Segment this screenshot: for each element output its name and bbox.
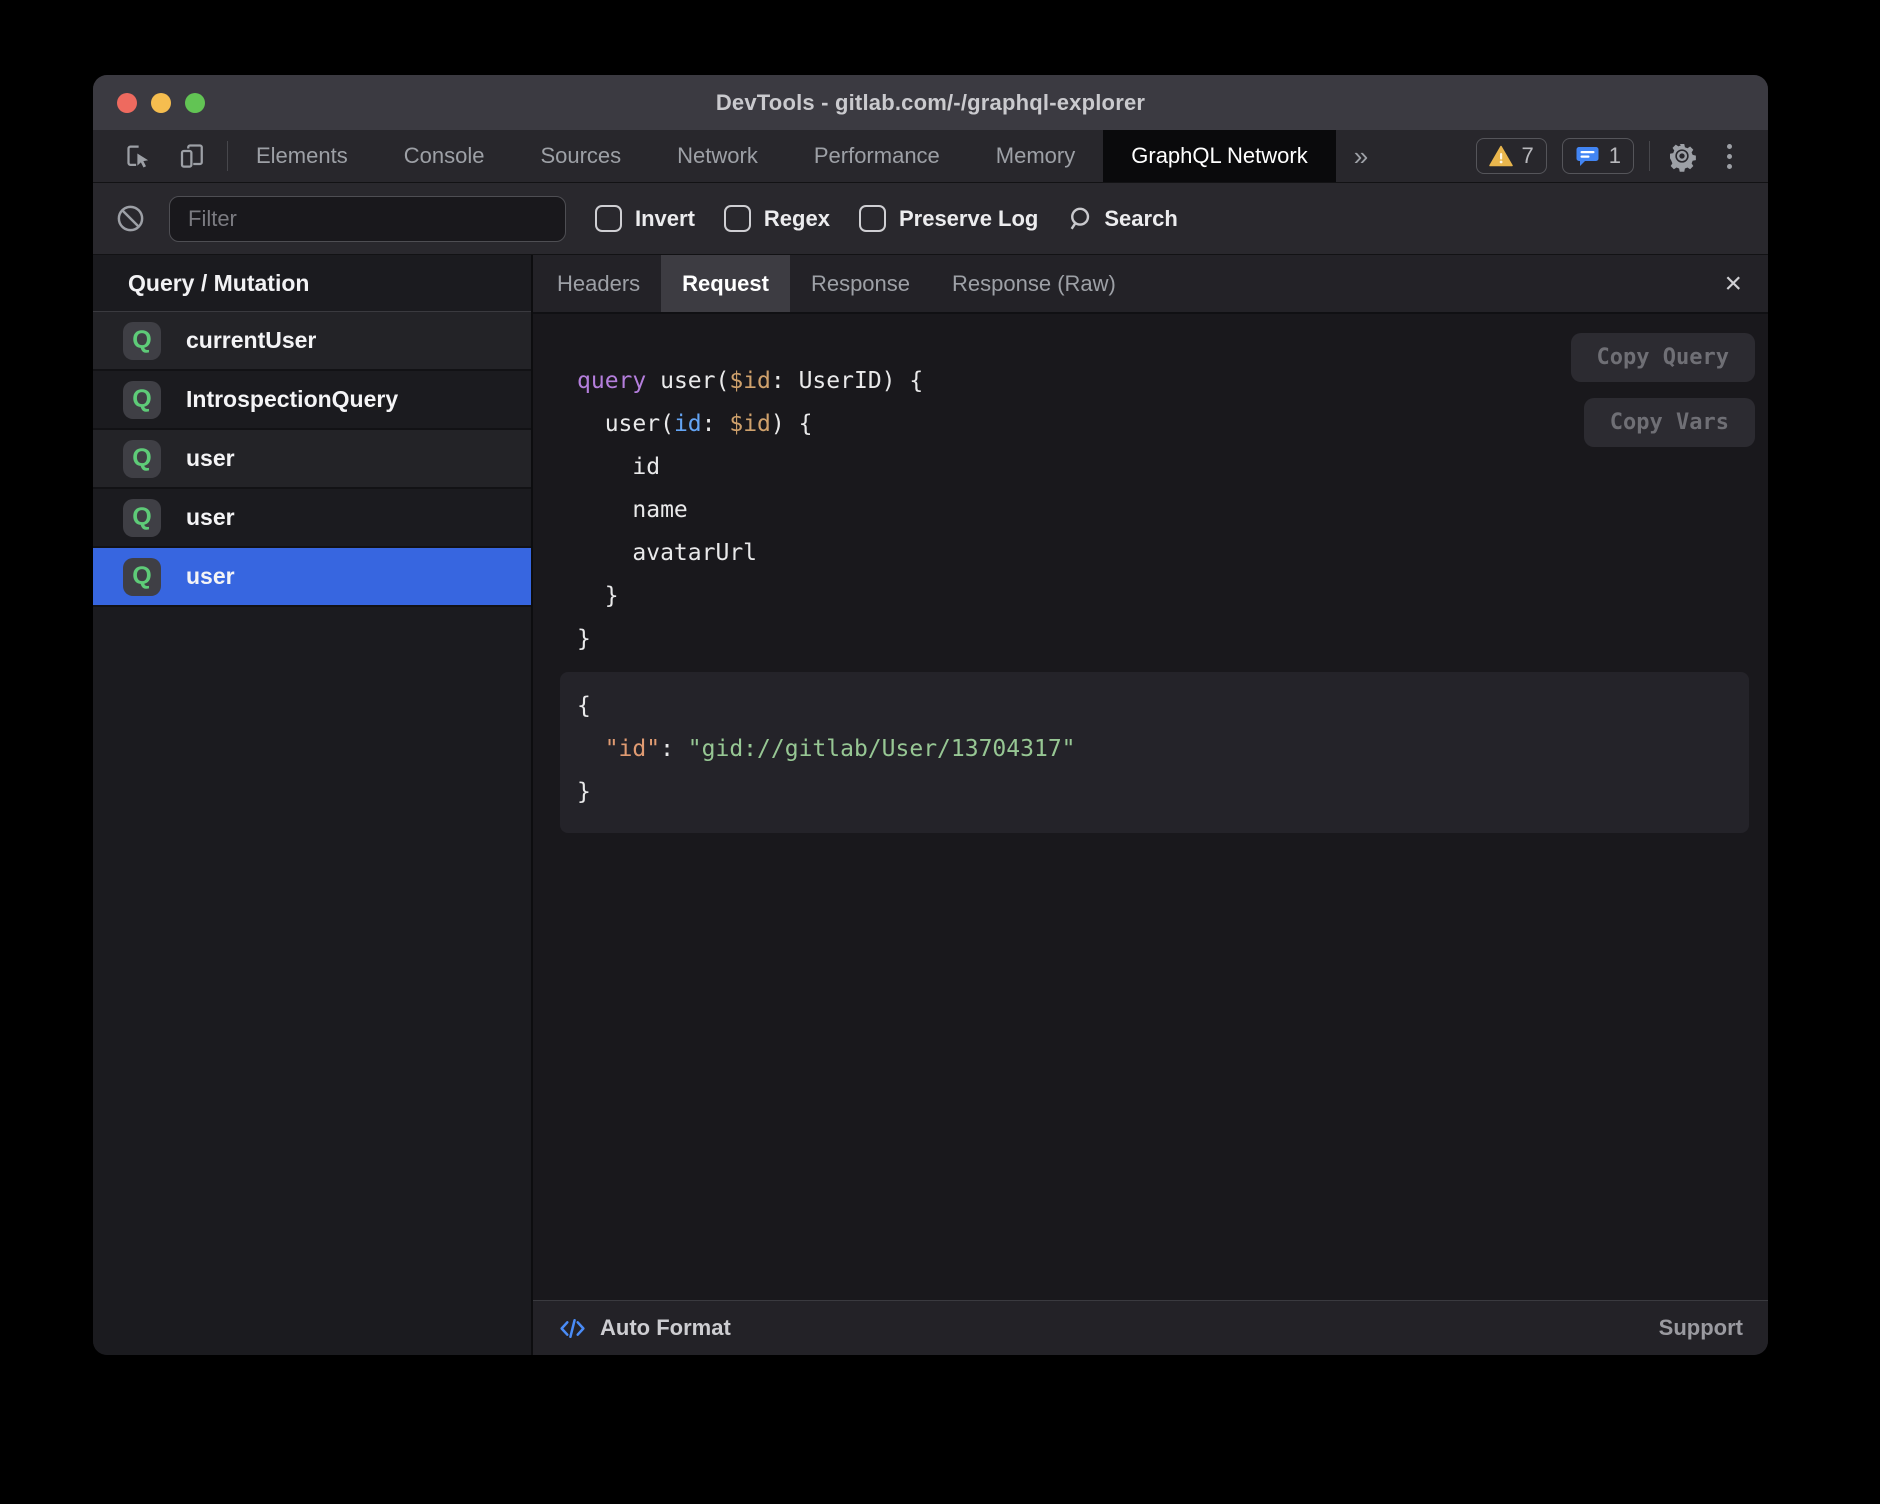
filter-toolbar: Invert Regex Preserve Log Search [93,183,1768,255]
more-tabs-icon[interactable]: » [1336,130,1386,182]
code-line: { [577,685,1749,728]
code-line: id [577,446,923,489]
support-link[interactable]: Support [1659,1315,1743,1341]
detail-tab-response[interactable]: Response [790,255,931,312]
detail-tab-headers[interactable]: Headers [536,255,661,312]
copy-vars-button[interactable]: Copy Vars [1584,398,1755,447]
checkbox-box-preserve-log[interactable] [859,205,886,232]
code-line: avatarUrl [577,532,923,575]
query-type-badge: Q [123,440,161,478]
auto-format-button[interactable]: Auto Format [600,1315,731,1341]
query-list-header: Query / Mutation [93,255,531,312]
code-line: name [577,489,923,532]
warnings-count: 7 [1522,143,1534,169]
detail-tab-response-raw[interactable]: Response (Raw) [931,255,1137,312]
issues-count: 1 [1609,143,1621,169]
tab-console[interactable]: Console [376,130,513,182]
query-name-label: IntrospectionQuery [186,386,398,413]
request-tab-content: query user($id: UserID) { user(id: $id) … [533,314,1768,1300]
close-window-button[interactable] [117,93,137,113]
query-name-label: user [186,563,235,590]
checkbox-label-preserve-log: Preserve Log [899,206,1038,232]
devtools-window: DevTools - gitlab.com/-/graphql-explorer… [93,75,1768,1355]
query-list: QcurrentUserQIntrospectionQueryQuserQuse… [93,312,531,607]
tab-performance[interactable]: Performance [786,130,968,182]
inspect-element-icon[interactable] [121,139,155,173]
code-line: } [577,575,923,618]
filter-input[interactable] [169,196,566,242]
query-list-item-user-4[interactable]: Quser [93,548,531,607]
code-line: "id": "gid://gitlab/User/13704317" [577,728,1749,771]
code-line: query user($id: UserID) { [577,360,923,403]
traffic-lights [117,75,205,130]
query-name-label: user [186,445,235,472]
checkbox-preserve-log[interactable]: Preserve Log [859,205,1038,232]
request-detail-panel: HeadersRequestResponseResponse (Raw) × q… [533,255,1768,1355]
search-button[interactable]: Search [1065,204,1177,233]
checkbox-label-invert: Invert [635,206,695,232]
query-name-label: currentUser [186,327,316,354]
query-list-item-currentuser-0[interactable]: QcurrentUser [93,312,531,371]
code-line: user(id: $id) { [577,403,923,446]
devtools-tabbar: ElementsConsoleSourcesNetworkPerformance… [93,130,1768,183]
query-type-badge: Q [123,381,161,419]
query-name-label: user [186,504,235,531]
code-format-icon [558,1314,587,1343]
tab-memory[interactable]: Memory [968,130,1103,182]
checkbox-label-regex: Regex [764,206,830,232]
message-bubble-icon [1575,145,1600,168]
search-icon [1065,204,1094,233]
zoom-window-button[interactable] [185,93,205,113]
query-type-badge: Q [123,558,161,596]
tab-graphql-network[interactable]: GraphQL Network [1103,130,1335,182]
toolbar-divider [1649,141,1650,171]
query-list-item-user-3[interactable]: Quser [93,489,531,548]
query-variables-box: { "id": "gid://gitlab/User/13704317"} [560,672,1749,833]
checkbox-box-regex[interactable] [724,205,751,232]
code-line: } [577,771,1749,814]
graphql-query-code: query user($id: UserID) { user(id: $id) … [577,360,923,661]
code-line: } [577,618,923,661]
warnings-badge[interactable]: 7 [1476,138,1547,174]
copy-query-button[interactable]: Copy Query [1571,333,1755,382]
search-label: Search [1104,206,1177,232]
toggle-device-toolbar-icon[interactable] [175,139,209,173]
settings-gear-icon[interactable] [1665,139,1699,173]
checkbox-regex[interactable]: Regex [724,205,830,232]
kebab-menu-icon[interactable] [1714,144,1744,169]
title-bar: DevTools - gitlab.com/-/graphql-explorer [93,75,1768,130]
window-title: DevTools - gitlab.com/-/graphql-explorer [716,90,1145,116]
query-list-item-user-2[interactable]: Quser [93,430,531,489]
close-panel-icon[interactable]: × [1698,255,1768,312]
filter-checkbox-group: Invert Regex Preserve Log [566,205,1038,232]
detail-tab-request[interactable]: Request [661,255,790,312]
devtools-tabbar-tabs: ElementsConsoleSourcesNetworkPerformance… [228,130,1336,182]
query-type-badge: Q [123,499,161,537]
status-bar: Auto Format Support [533,1300,1768,1355]
checkbox-box-invert[interactable] [595,205,622,232]
query-list-panel: Query / Mutation QcurrentUserQIntrospect… [93,255,533,1355]
query-list-item-introspectionquery-1[interactable]: Q IntrospectionQuery [93,371,531,430]
query-type-badge: Q [123,322,161,360]
tab-elements[interactable]: Elements [228,130,376,182]
minimize-window-button[interactable] [151,93,171,113]
query-variables-code: { "id": "gid://gitlab/User/13704317"} [577,685,1749,814]
detail-tabbar: HeadersRequestResponseResponse (Raw) × [533,255,1768,314]
checkbox-invert[interactable]: Invert [595,205,695,232]
tab-network[interactable]: Network [649,130,786,182]
tab-sources[interactable]: Sources [512,130,649,182]
issues-badge[interactable]: 1 [1562,138,1634,174]
clear-block-icon[interactable] [115,203,146,234]
warning-triangle-icon [1489,145,1513,167]
